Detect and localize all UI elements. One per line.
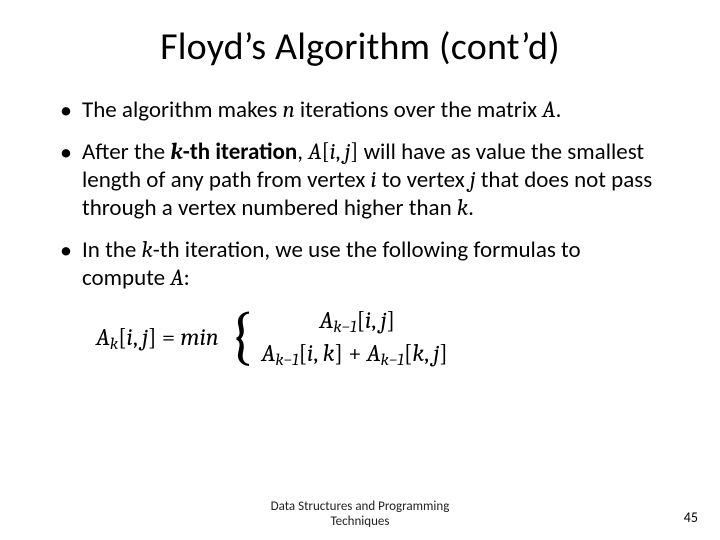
bullet-3: In the k-th iteration, we use the follow… xyxy=(60,236,666,292)
bullet-2: After the k-th iteration, A[i, j] will h… xyxy=(60,138,666,222)
math-A: A xyxy=(367,339,381,367)
text: iterations over the matrix xyxy=(295,96,543,124)
plus: + xyxy=(343,339,367,367)
eq: = xyxy=(157,323,181,351)
min: min xyxy=(180,323,218,351)
math-n: n xyxy=(282,96,294,123)
text: to vertex xyxy=(377,166,470,194)
math-k: k xyxy=(457,194,468,221)
text: . xyxy=(556,96,562,124)
page-number: 45 xyxy=(684,509,698,526)
text: , xyxy=(297,138,308,166)
idx: [ xyxy=(118,323,126,351)
sub-k1: k−1 xyxy=(275,352,298,371)
sub-k: k xyxy=(110,335,118,354)
math-A: A xyxy=(319,306,333,334)
text: -th iteration, we use the following form… xyxy=(82,236,581,292)
sub-k1: k−1 xyxy=(381,352,404,371)
text: . xyxy=(468,194,474,222)
case-1: Ak−1[i, j] xyxy=(261,306,447,337)
text: The algorithm makes xyxy=(82,96,282,124)
footer-line-1: Data Structures and Programming xyxy=(0,500,720,515)
math-k: k xyxy=(142,236,153,263)
text: After the xyxy=(82,138,170,166)
math-A: A xyxy=(542,96,555,123)
formula: Ak[i, j] = min { Ak−1[i, j] Ak−1[i, k] +… xyxy=(96,306,670,370)
math-A: A xyxy=(96,323,110,351)
slide-title: Floyd’s Algorithm (cont’d) xyxy=(50,24,670,70)
bullet-1: The algorithm makes n iterations over th… xyxy=(60,96,666,124)
math-k: k xyxy=(170,138,182,165)
bullet-list: The algorithm makes n iterations over th… xyxy=(50,96,670,292)
text: : xyxy=(184,264,190,292)
brace-icon: { xyxy=(229,307,254,365)
formula-lhs: Ak[i, j] = min xyxy=(96,323,219,354)
sub-k1: k−1 xyxy=(333,318,356,337)
footer: Data Structures and Programming Techniqu… xyxy=(0,500,720,530)
formula-cases: Ak−1[i, j] Ak−1[i, k] + Ak−1[k, j] xyxy=(261,306,447,370)
slide: Floyd’s Algorithm (cont’d) The algorithm… xyxy=(0,0,720,540)
formula-row: Ak[i, j] = min { Ak−1[i, j] Ak−1[i, k] +… xyxy=(96,306,670,370)
math-A: A xyxy=(261,339,275,367)
math-Aij: A[i, j] xyxy=(308,138,358,165)
case-2: Ak−1[i, k] + Ak−1[k, j] xyxy=(261,339,447,370)
bold-kth: k-th iteration xyxy=(170,138,297,166)
footer-line-2: Techniques xyxy=(0,515,720,530)
text: In the xyxy=(82,236,142,264)
math-A: A xyxy=(170,264,183,291)
